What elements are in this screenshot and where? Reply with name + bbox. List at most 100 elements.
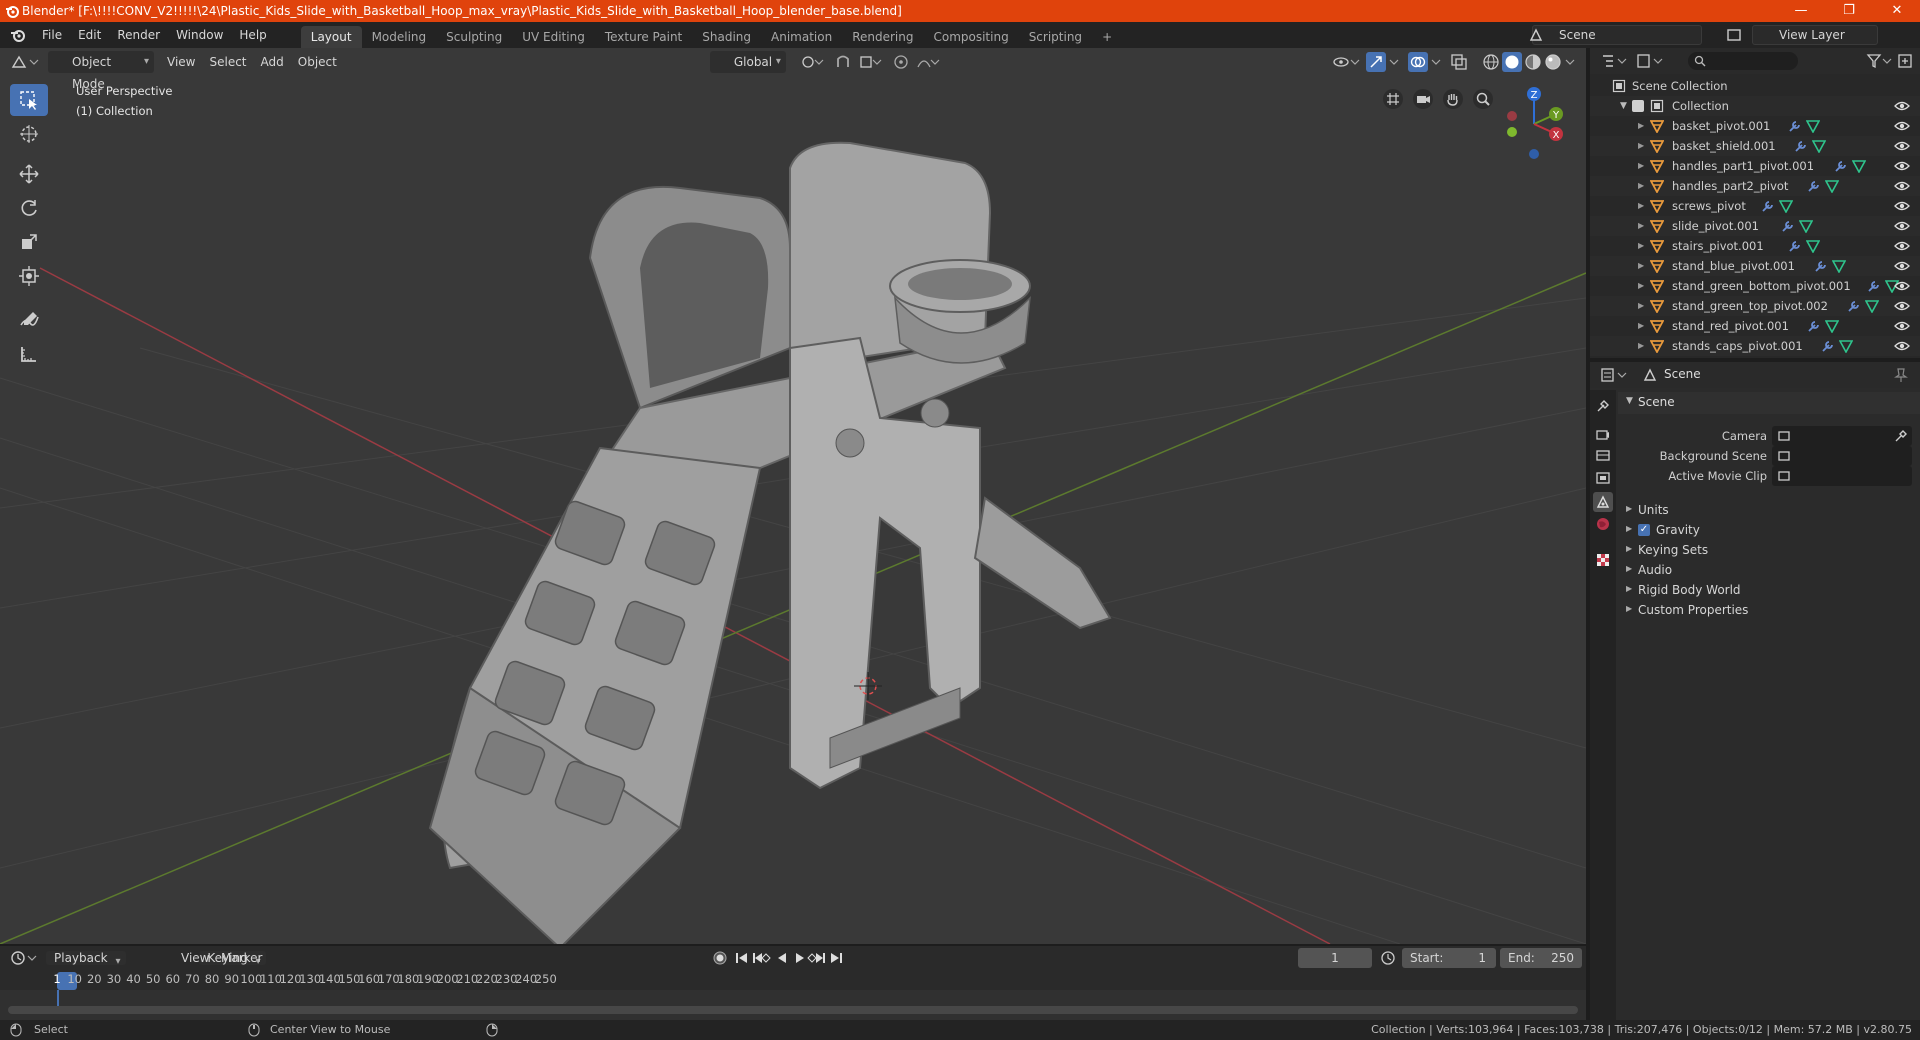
viewport-menu-object[interactable]: Object [291,51,344,73]
solid-shading-icon[interactable] [1502,52,1522,72]
tab-animation[interactable]: Animation [761,26,842,48]
visibility-eye-icon[interactable] [1894,239,1910,253]
modifier-wrench-icon[interactable] [1794,139,1808,153]
maximize-button[interactable]: ❐ [1826,0,1872,22]
tab-world[interactable] [1593,514,1613,534]
close-button[interactable]: ✕ [1874,0,1920,22]
collection-row[interactable]: ▼ Collection [1590,96,1920,116]
subpanel-header[interactable]: ▶ Audio [1618,560,1920,580]
proportional-editing-icon[interactable] [892,53,910,71]
visibility-eye-icon[interactable] [1894,259,1910,273]
move-tool[interactable] [10,158,48,190]
subpanel-header[interactable]: ▶ Units [1618,500,1920,520]
eyedropper-icon[interactable] [1894,429,1908,443]
row-expand-icon[interactable]: ▶ [1638,276,1644,296]
mesh-data-icon[interactable] [1838,339,1853,353]
menu-help[interactable]: Help [231,22,274,48]
material-preview-icon[interactable] [1524,53,1542,71]
outliner-object-row[interactable]: ▶ stand_green_top_pivot.002 [1590,296,1920,316]
viewport-menu-add[interactable]: Add [254,51,291,73]
menu-file[interactable]: File [34,22,70,48]
visibility-eye-icon[interactable] [1894,339,1910,353]
modifier-wrench-icon[interactable] [1807,319,1821,333]
row-expand-icon[interactable]: ▶ [1638,136,1644,156]
scene-selector[interactable]: Scene [1532,25,1702,45]
property-field[interactable] [1772,446,1912,466]
3d-viewport[interactable]: Object Mode View Select Add Object Globa… [0,48,1586,944]
subpanel-header[interactable]: ▶ Rigid Body World [1618,580,1920,600]
tab-rendering[interactable]: Rendering [842,26,923,48]
snap-icon[interactable] [834,53,852,71]
row-expand-icon[interactable]: ▶ [1638,196,1644,216]
filter-icon[interactable] [1866,53,1892,69]
modifier-wrench-icon[interactable] [1847,299,1861,313]
outliner-object-row[interactable]: ▶ basket_shield.001 [1590,136,1920,156]
modifier-wrench-icon[interactable] [1788,119,1802,133]
collection-expand-icon[interactable]: ▼ [1620,96,1627,116]
modifier-wrench-icon[interactable] [1814,259,1828,273]
scene-collection-row[interactable]: Scene Collection [1590,76,1920,96]
outliner-editor-type-icon[interactable] [1600,53,1628,69]
subpanel-header[interactable]: ▶ ✓ Gravity [1618,520,1920,540]
viewport-menu-view[interactable]: View [160,51,202,73]
mesh-data-icon[interactable] [1825,179,1840,193]
row-expand-icon[interactable]: ▶ [1638,316,1644,336]
tab-render[interactable] [1593,424,1613,444]
proportional-falloff-icon[interactable] [916,53,940,71]
menu-render[interactable]: Render [109,22,168,48]
wireframe-shading-icon[interactable] [1482,53,1500,71]
transform-tool[interactable] [10,260,48,292]
tab-shading[interactable]: Shading [692,26,761,48]
view-layer-selector[interactable]: View Layer [1752,25,1878,45]
timeline-scrollbar[interactable] [8,1006,1578,1014]
tab-output[interactable] [1593,446,1613,466]
mesh-data-icon[interactable] [1805,119,1820,133]
modifier-wrench-icon[interactable] [1807,179,1821,193]
add-workspace-button[interactable]: + [1092,26,1122,48]
navigation-gizmo[interactable]: Z Y X [1498,84,1570,164]
mesh-data-icon[interactable] [1779,199,1794,213]
outliner-object-row[interactable]: ▶ stand_red_pivot.001 [1590,316,1920,336]
outliner-object-row[interactable]: ▶ handles_part2_pivot [1590,176,1920,196]
outliner-object-row[interactable]: ▶ slide_pivot.001 [1590,216,1920,236]
mesh-data-icon[interactable] [1851,159,1866,173]
modifier-wrench-icon[interactable] [1867,279,1881,293]
tab-modeling[interactable]: Modeling [362,26,437,48]
outliner-search-input[interactable] [1688,52,1798,70]
row-expand-icon[interactable]: ▶ [1638,256,1644,276]
shading-dropdown-icon[interactable] [1564,53,1576,71]
object-mode-dropdown[interactable]: Object Mode [48,51,154,91]
properties-editor-type-icon[interactable] [1600,367,1628,383]
tab-tool[interactable] [1593,396,1613,416]
property-field[interactable] [1772,466,1912,486]
tab-view-layer[interactable] [1593,468,1613,488]
mesh-data-icon[interactable] [1865,299,1879,313]
subpanel-header[interactable]: ▶ Keying Sets [1618,540,1920,560]
tab-texture[interactable] [1593,550,1613,570]
scene-section-header[interactable]: ▼ Scene [1618,392,1920,414]
visibility-eye-icon[interactable] [1894,279,1910,293]
menu-edit[interactable]: Edit [70,22,109,48]
overlays-dropdown-icon[interactable] [1430,53,1442,71]
tab-layout[interactable]: Layout [300,26,362,48]
gizmo-toggle-icon[interactable] [1366,52,1386,72]
gizmo-dropdown-icon[interactable] [1388,53,1400,71]
outliner-object-row[interactable]: ▶ basket_pivot.001 [1590,116,1920,136]
visibility-eye-icon[interactable] [1894,299,1910,313]
overlays-toggle-icon[interactable] [1408,52,1428,72]
mesh-data-icon[interactable] [1812,139,1827,153]
outliner-object-row[interactable]: ▶ stand_green_bottom_pivot.001 [1590,276,1920,296]
visibility-eye-icon[interactable] [1894,319,1910,333]
visibility-eye-icon[interactable] [1894,139,1910,153]
tab-uv-editing[interactable]: UV Editing [512,26,595,48]
modifier-wrench-icon[interactable] [1781,219,1795,233]
tab-sculpting[interactable]: Sculpting [436,26,512,48]
visibility-eye-icon[interactable] [1894,199,1910,213]
row-expand-icon[interactable]: ▶ [1638,216,1644,236]
modifier-wrench-icon[interactable] [1788,239,1802,253]
rendered-shading-icon[interactable] [1544,53,1562,71]
display-mode-icon[interactable] [1636,53,1664,69]
slide-model[interactable] [428,141,1112,944]
visibility-eye-icon[interactable] [1894,179,1910,193]
pivot-point-icon[interactable] [800,53,824,71]
